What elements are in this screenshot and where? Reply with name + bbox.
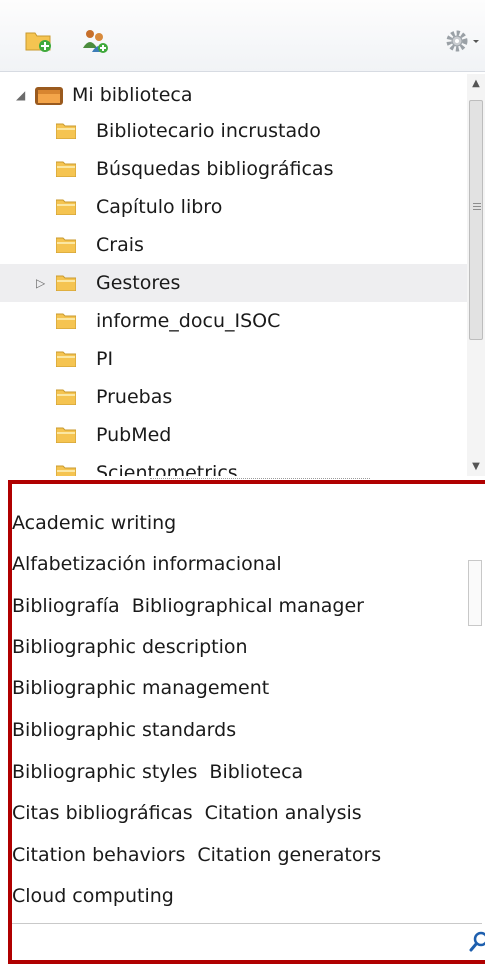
new-group-button[interactable] [80,26,110,56]
scroll-down-arrow-icon[interactable]: ▼ [467,461,485,472]
tree-item-label: Capítulo libro [96,196,223,218]
actions-menu-button[interactable] [443,26,479,56]
folder-icon [56,123,76,139]
gear-icon [446,30,479,52]
tree-item[interactable]: Crais [0,226,470,264]
tag[interactable]: Citation behaviors [12,844,185,866]
toolbar [0,0,485,72]
tag-line: Bibliographic standards [12,718,236,742]
tree-item-label: Pruebas [96,386,173,408]
tree-item[interactable]: PubMed [0,416,470,454]
tree-item[interactable]: informe_docu_ISOC [0,302,470,340]
tree-item-label: Bibliotecario incrustado [96,120,321,142]
tag-line: Citation behaviors Citation generators [12,843,381,867]
tag[interactable]: Academic writing [12,512,176,534]
tree-item-selected[interactable]: ▷ Gestores [0,264,470,302]
tag-line: Citas bibliográficas Citation analysis [12,801,362,825]
tree-item[interactable]: Bibliotecario incrustado [0,112,470,150]
scroll-up-arrow-icon[interactable]: ▲ [467,78,485,89]
folder-icon [56,427,76,443]
tree-item[interactable]: Pruebas [0,378,470,416]
tree-item-label: Gestores [96,272,181,294]
tree-scrollbar[interactable]: ▲ ▼ [467,74,485,476]
tag-filter-input[interactable] [12,924,458,962]
folder-icon [56,313,76,329]
search-icon[interactable] [469,930,485,954]
tree-item-label: Búsquedas bibliográficas [96,158,334,180]
folder-icon [56,237,76,253]
tree-item[interactable]: Búsquedas bibliográficas [0,150,470,188]
tree-item[interactable]: Capítulo libro [0,188,470,226]
tag[interactable]: Bibliographical manager [132,595,364,617]
tag-scrollbar-thumb[interactable] [468,560,482,626]
tree-item-label: Crais [96,234,144,256]
folder-icon [56,199,76,215]
tree-item-label: Scientometrics [96,462,238,476]
tree-root-my-library[interactable]: ◢ Mi biblioteca [0,76,470,114]
tag[interactable]: Alfabetización informacional [12,553,282,575]
tree-item-label: Mi biblioteca [72,84,193,106]
tag-filter-bar [12,923,485,962]
tree-item-label: informe_docu_ISOC [96,310,281,332]
library-icon [35,87,63,105]
tag-line: Bibliografía Bibliographical manager [12,594,364,618]
tag[interactable]: Bibliografía [12,595,120,617]
tag-line: Alfabetización informacional [12,552,282,576]
tag[interactable]: Bibliographic management [12,677,269,699]
folder-icon [56,389,76,405]
tag-line: Bibliographic management [12,676,269,700]
expand-arrow-icon[interactable]: ▷ [36,264,45,302]
folder-icon [56,351,76,367]
tag[interactable]: Biblioteca [209,761,303,783]
tree-item-label: PubMed [96,424,172,446]
tag[interactable]: Citation analysis [205,802,362,824]
tag-line: Academic writing [12,511,176,535]
folder-add-icon [25,32,51,52]
tree-item[interactable]: Scientometrics [0,454,470,476]
tag[interactable]: Bibliographic standards [12,719,236,741]
tag[interactable]: Citation generators [197,844,381,866]
tree-item[interactable]: PI [0,340,470,378]
tag[interactable]: Citas bibliográficas [12,802,193,824]
group-add-icon [83,30,108,53]
tag-line: Bibliographic styles Biblioteca [12,760,303,784]
tree-item-label: PI [96,348,114,370]
new-collection-button[interactable] [24,26,54,56]
collection-tree: ◢ Mi biblioteca Bibliotecario incrustado… [0,74,470,476]
folder-icon [56,161,76,177]
grip-icon [473,203,481,212]
collapse-arrow-icon[interactable]: ◢ [16,76,25,114]
tag[interactable]: Bibliographic description [12,636,248,658]
tag-line: Bibliographic description [12,635,248,659]
folder-icon [56,465,76,476]
tag-line: Cloud computing [12,884,174,908]
folder-icon [56,275,76,291]
scrollbar-thumb[interactable] [469,100,483,340]
tag[interactable]: Cloud computing [12,885,174,907]
tag[interactable]: Bibliographic styles [12,761,197,783]
